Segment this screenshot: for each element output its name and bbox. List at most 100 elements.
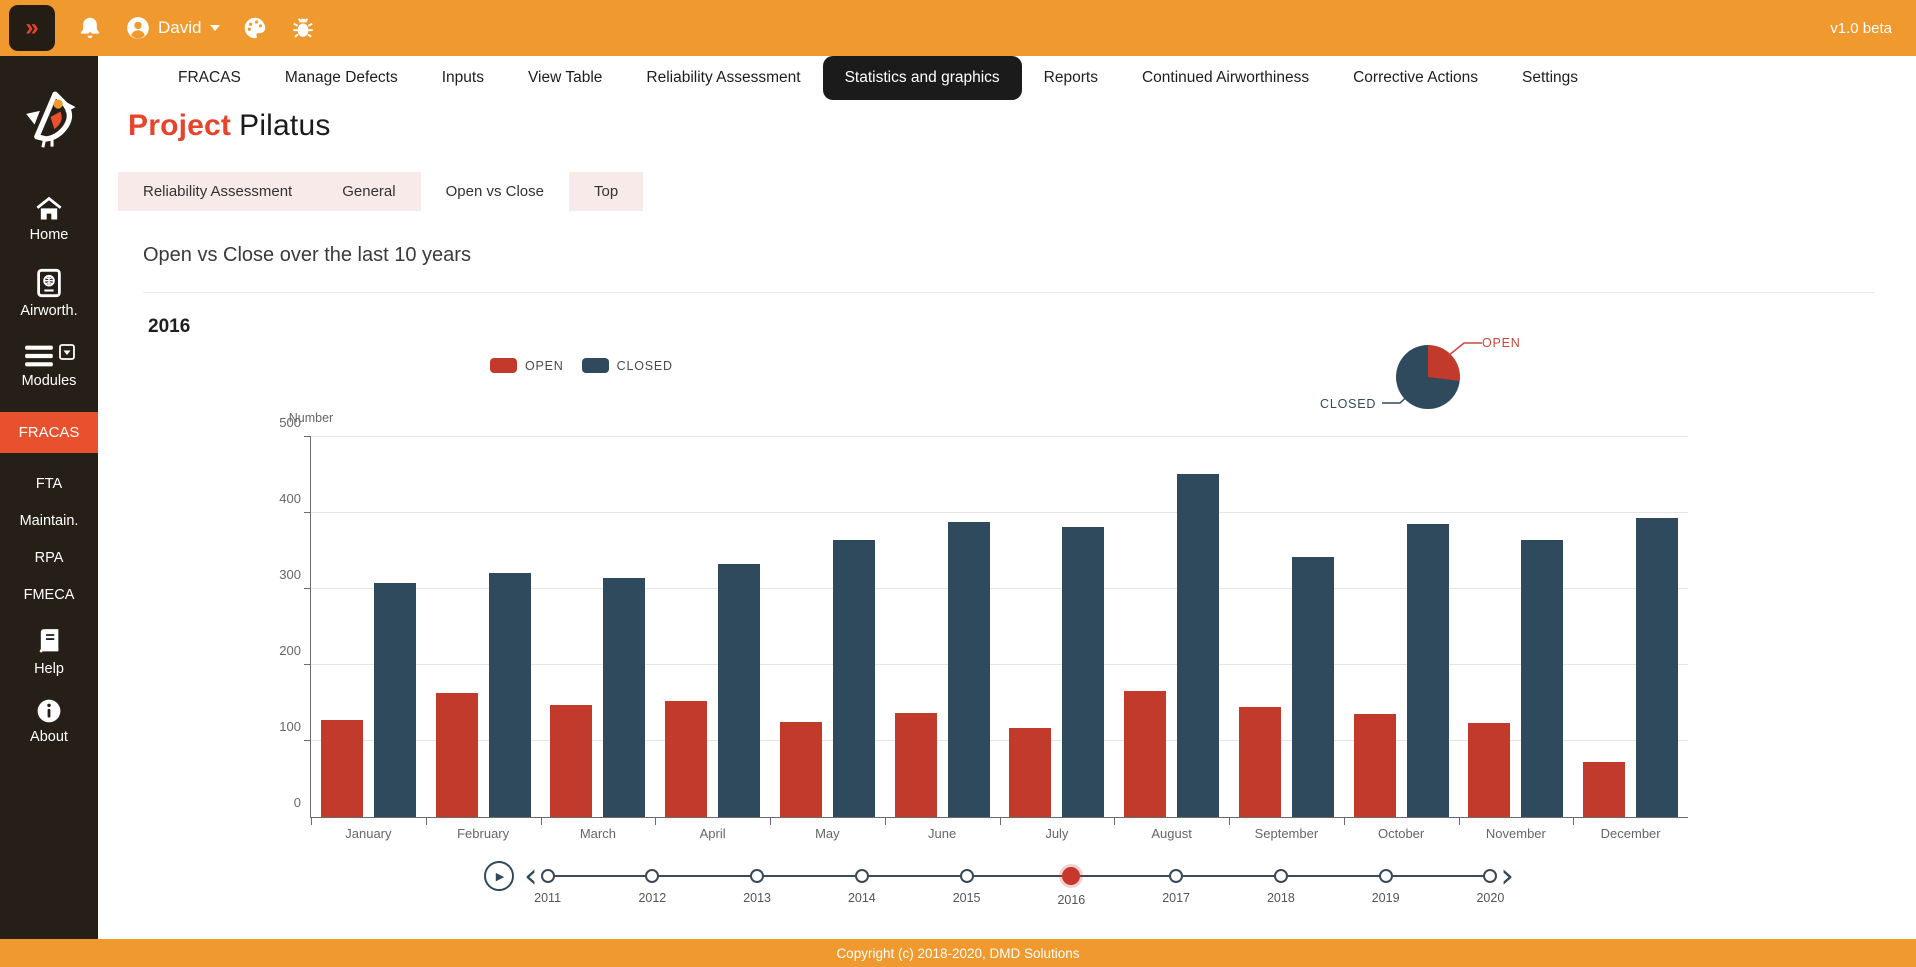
- timeline-dot[interactable]: [1169, 869, 1183, 883]
- bar-open[interactable]: [665, 701, 707, 817]
- nav-tab-reports[interactable]: Reports: [1022, 56, 1120, 100]
- sidebar-item-about[interactable]: About: [0, 698, 98, 745]
- bar-closed[interactable]: [948, 522, 990, 817]
- bar-open[interactable]: [1583, 762, 1625, 817]
- sidebar-item-maintain[interactable]: Maintain.: [0, 513, 98, 529]
- bar-open[interactable]: [1468, 723, 1510, 817]
- timeline-year-label: 2011: [518, 891, 578, 905]
- subtab-open-vs-close[interactable]: Open vs Close: [421, 172, 569, 211]
- sidebar-item-home[interactable]: Home: [0, 196, 98, 243]
- user-menu[interactable]: David: [125, 15, 220, 41]
- bar-open[interactable]: [1124, 691, 1166, 817]
- nav-tab-view-table[interactable]: View Table: [506, 56, 624, 100]
- bar-closed[interactable]: [718, 564, 760, 817]
- nav-tab-inputs[interactable]: Inputs: [420, 56, 506, 100]
- timeline-dot[interactable]: [960, 869, 974, 883]
- bar-group-october: October: [1344, 437, 1459, 817]
- sidebar-item-rpa[interactable]: RPA: [0, 550, 98, 566]
- top-bar: » David v1.0 beta: [0, 0, 1916, 56]
- x-tick-label: March: [541, 826, 656, 841]
- legend-label: CLOSED: [617, 359, 673, 373]
- y-tick-label: 100: [279, 719, 301, 734]
- bar-closed[interactable]: [1636, 518, 1678, 817]
- nav-tab-reliability-assessment[interactable]: Reliability Assessment: [624, 56, 822, 100]
- bar-open[interactable]: [1009, 728, 1051, 817]
- sidebar-item-label: Help: [34, 661, 64, 677]
- timeline-stop-2013: 2013: [727, 856, 787, 905]
- subtab-reliability-assessment[interactable]: Reliability Assessment: [118, 172, 317, 211]
- x-tick-label: August: [1114, 826, 1229, 841]
- sidebar-item-fracas[interactable]: FRACAS: [0, 412, 98, 453]
- sidebar-item-label: Home: [30, 227, 69, 243]
- timeline-dot[interactable]: [750, 869, 764, 883]
- sidebar-item-airworthiness[interactable]: Airworth.: [0, 268, 98, 319]
- subtab-top[interactable]: Top: [569, 172, 643, 211]
- bar-open[interactable]: [550, 705, 592, 817]
- timeline-dot[interactable]: [1274, 869, 1288, 883]
- nav-tab-statistics-and-graphics[interactable]: Statistics and graphics: [823, 56, 1022, 100]
- bar-open[interactable]: [780, 722, 822, 817]
- sidebar-item-fmeca[interactable]: FMECA: [0, 587, 98, 603]
- sidebar-toggle-button[interactable]: »: [9, 5, 55, 51]
- notifications-button[interactable]: [77, 15, 103, 41]
- bar-group-november: November: [1459, 437, 1574, 817]
- timeline-stop-2016: 2016: [1041, 856, 1101, 907]
- debug-button[interactable]: [290, 15, 316, 41]
- bar-closed[interactable]: [1521, 540, 1563, 817]
- subtab-general[interactable]: General: [317, 172, 420, 211]
- timeline-year-label: 2012: [622, 891, 682, 905]
- bar-closed[interactable]: [1062, 527, 1104, 817]
- chart-legend: OPEN CLOSED: [490, 358, 673, 373]
- copyright-text: Copyright (c) 2018-2020, DMD Solutions: [836, 946, 1079, 961]
- timeline-stop-2017: 2017: [1146, 856, 1206, 905]
- section-heading: Open vs Close over the last 10 years: [143, 244, 471, 267]
- x-tick-label: July: [1000, 826, 1115, 841]
- bar-closed[interactable]: [1177, 474, 1219, 817]
- pie[interactable]: [1396, 345, 1460, 409]
- timeline-dot[interactable]: [541, 869, 555, 883]
- timeline-year-label: 2019: [1356, 891, 1416, 905]
- nav-tab-continued-airworthiness[interactable]: Continued Airworthiness: [1120, 56, 1331, 100]
- bar-closed[interactable]: [1292, 557, 1334, 817]
- bar-open[interactable]: [895, 713, 937, 817]
- timeline-dot[interactable]: [855, 869, 869, 883]
- timeline-year-label: 2017: [1146, 891, 1206, 905]
- bar-open[interactable]: [321, 720, 363, 817]
- timeline-dot[interactable]: [1483, 869, 1497, 883]
- sidebar-item-fta[interactable]: FTA: [0, 476, 98, 492]
- caret-down-icon: [210, 25, 220, 31]
- nav-tab-settings[interactable]: Settings: [1500, 56, 1600, 100]
- y-tick: [304, 588, 311, 589]
- timeline-stop-2015: 2015: [937, 856, 997, 905]
- bar-closed[interactable]: [833, 540, 875, 817]
- bar-open[interactable]: [1239, 707, 1281, 817]
- bar-closed[interactable]: [603, 578, 645, 817]
- bar-closed[interactable]: [374, 583, 416, 817]
- bar-closed[interactable]: [1407, 524, 1449, 817]
- timeline-dot[interactable]: [1062, 867, 1080, 885]
- x-tick-label: November: [1459, 826, 1574, 841]
- bar-group-august: August: [1114, 437, 1229, 817]
- legend-item-open[interactable]: OPEN: [490, 358, 564, 373]
- theme-button[interactable]: [242, 15, 268, 41]
- double-chevron-icon: »: [25, 14, 38, 42]
- play-button[interactable]: ▶: [484, 861, 514, 891]
- bar-open[interactable]: [436, 693, 478, 817]
- sidebar-item-help[interactable]: Help: [0, 628, 98, 677]
- bar-open[interactable]: [1354, 714, 1396, 817]
- sidebar-item-modules[interactable]: Modules: [0, 344, 98, 389]
- sidebar-item-label: About: [30, 729, 68, 745]
- x-tick-label: June: [885, 826, 1000, 841]
- x-tick-label: December: [1573, 826, 1688, 841]
- nav-tab-manage-defects[interactable]: Manage Defects: [263, 56, 420, 100]
- bar-closed[interactable]: [489, 573, 531, 817]
- y-tick-label: 200: [279, 643, 301, 658]
- main-content: FRACAS Manage Defects Inputs View Table …: [98, 56, 1916, 939]
- bar-group-january: January: [311, 437, 426, 817]
- timeline-dot[interactable]: [1379, 869, 1393, 883]
- nav-tab-corrective-actions[interactable]: Corrective Actions: [1331, 56, 1500, 100]
- nav-tab-fracas[interactable]: FRACAS: [156, 56, 263, 100]
- bar-group-march: March: [541, 437, 656, 817]
- timeline-dot[interactable]: [645, 869, 659, 883]
- legend-item-closed[interactable]: CLOSED: [582, 358, 673, 373]
